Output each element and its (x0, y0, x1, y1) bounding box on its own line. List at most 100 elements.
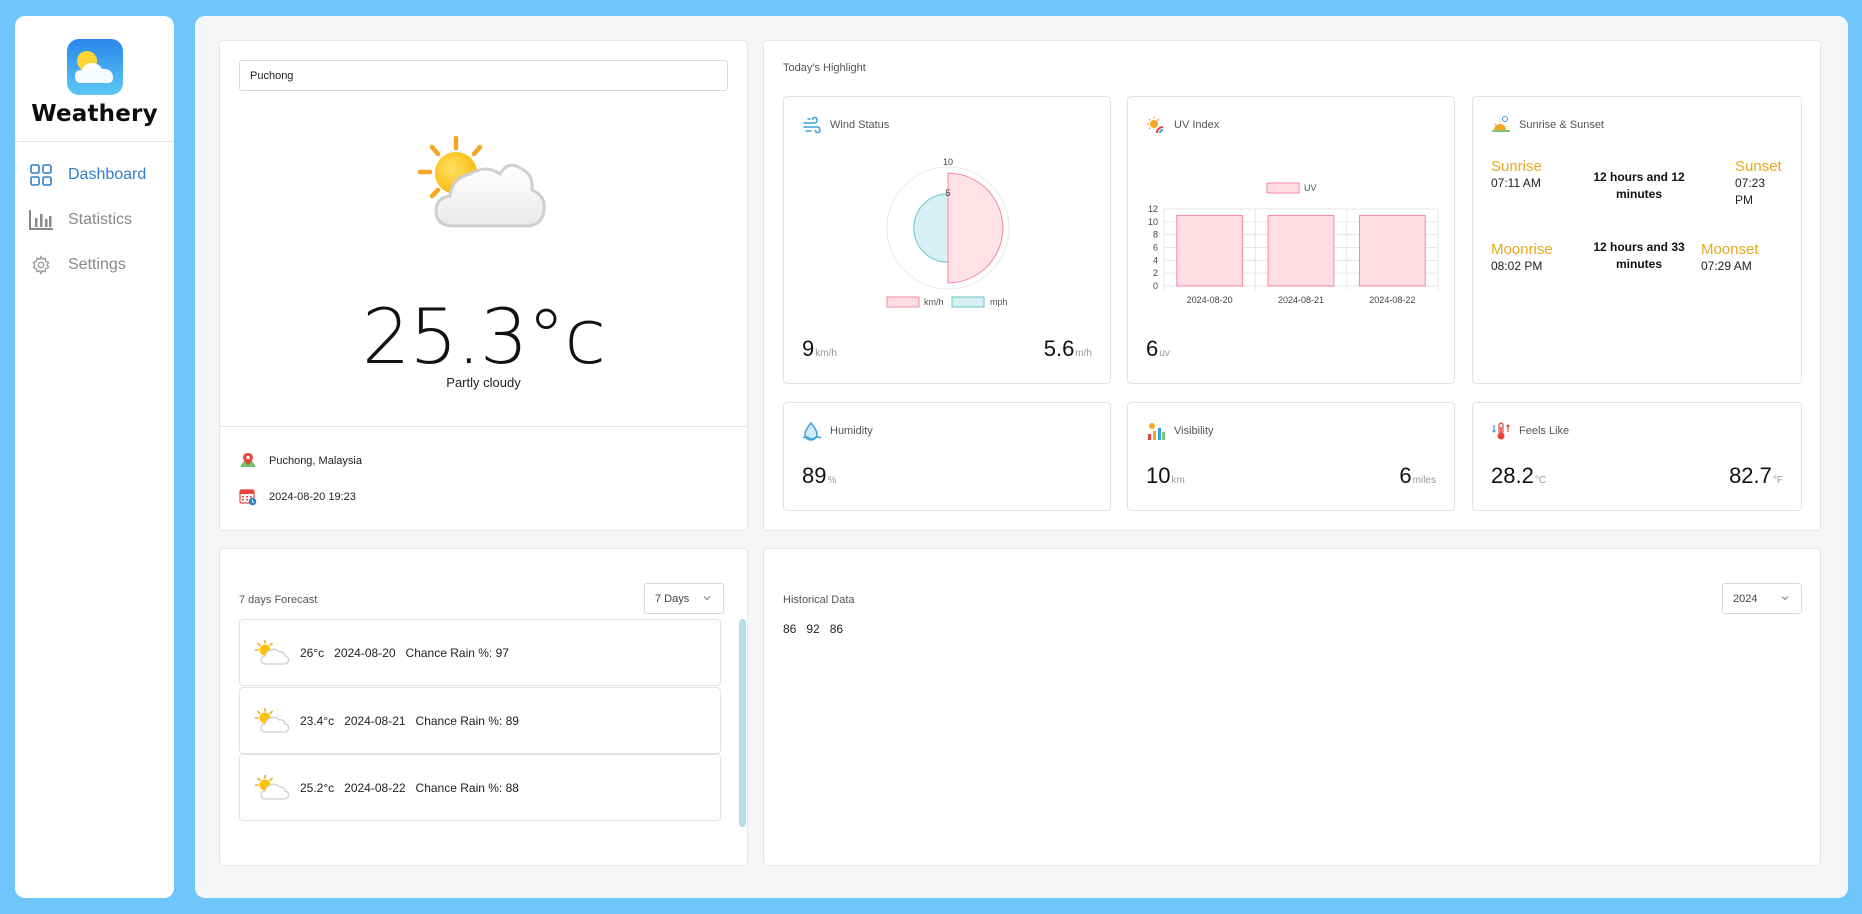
legend-mph-swatch (951, 296, 985, 308)
forecast-item[interactable]: 25.2°c 2024-08-22 Chance Rain %: 88 (239, 754, 721, 821)
forecast-date: 2024-08-20 (334, 645, 396, 660)
uv-y-tick-label: 10 (1148, 217, 1158, 227)
wind-mph-value: 5.6m/h (1043, 336, 1092, 361)
moonrise-label: Moonrise (1491, 241, 1553, 258)
forecast-range-value: 7 Days (655, 592, 690, 605)
uv-x-tick-label: 2024-08-22 (1369, 295, 1415, 305)
feels-like-fahrenheit: 82.7°F (1729, 463, 1783, 488)
uv-bar (1176, 214, 1244, 287)
uv-y-tick-label: 6 (1153, 243, 1158, 253)
legend-mph-label: mph (990, 297, 1008, 307)
sidebar-item-dashboard[interactable]: Dashboard (15, 152, 174, 197)
chevron-down-icon (1780, 593, 1790, 603)
legend-kmh-label: km/h (924, 297, 944, 307)
sidebar-item-label: Dashboard (68, 165, 147, 183)
wind-status-header: Wind Status (802, 115, 889, 135)
uv-y-tick-label: 8 (1153, 230, 1158, 240)
forecast-date: 2024-08-22 (344, 780, 406, 795)
app-logo-icon (66, 39, 123, 95)
humidity-icon (802, 421, 822, 441)
weather-condition: Partly cloudy (446, 375, 521, 390)
moonset-time: 07:29 AM (1701, 259, 1752, 273)
search-input[interactable] (239, 60, 728, 91)
sunrise-sunset-card: Sunrise & Sunset Sunrise 07:11 AM 12 hou… (1472, 96, 1802, 384)
sidebar-item-label: Settings (68, 255, 126, 273)
visibility-km-value: 10km (1146, 463, 1185, 488)
uv-index-title: UV Index (1174, 119, 1220, 131)
visibility-miles-value: 6miles (1399, 463, 1436, 488)
wind-tick-mid: 5 (945, 188, 950, 198)
location-text: Puchong, Malaysia (269, 455, 362, 467)
wind-status-card: Wind Status 10 5 km/h mph 9km/h 5.6m/h (783, 96, 1111, 384)
visibility-card: Visibility 10km 6miles (1127, 402, 1455, 511)
forecast-temp: 26°c (300, 645, 325, 660)
moon-duration: 12 hours and 33 minutes (1593, 240, 1685, 271)
forecast-date: 2024-08-21 (344, 713, 406, 728)
historical-data-title: Historical Data (783, 594, 855, 606)
moonrise-block: Moonrise 08:02 PM (1491, 241, 1591, 275)
app-name: Weathery (31, 101, 158, 127)
feels-like-celsius: 28.2°C (1491, 463, 1547, 488)
partly-cloudy-icon (412, 134, 550, 234)
humidity-header: Humidity (802, 421, 873, 441)
bar-chart-icon (28, 207, 54, 233)
humidity-value: 89% (802, 463, 837, 488)
partly-cloudy-icon (254, 707, 290, 735)
datetime-row: 2024-08-20 19:23 (239, 488, 356, 506)
uv-x-tick-label: 2024-08-21 (1278, 295, 1324, 305)
feels-like-header: Feels Like (1491, 421, 1569, 441)
wind-icon (802, 115, 822, 135)
wind-mph-segment (913, 193, 949, 263)
forecast-item[interactable]: 23.4°c 2024-08-21 Chance Rain %: 89 (239, 687, 721, 754)
day-duration: 12 hours and 12 minutes (1593, 170, 1685, 201)
wind-polar-chart: 10 5 km/h mph (886, 157, 1010, 308)
main-panel: 25.3°c Partly cloudy Puchong, Malaysia (195, 16, 1848, 898)
sidebar-item-statistics[interactable]: Statistics (15, 197, 174, 242)
legend-kmh-swatch (886, 296, 920, 308)
wind-status-title: Wind Status (830, 119, 890, 131)
chevron-down-icon (702, 593, 712, 603)
partly-cloudy-icon (254, 774, 290, 802)
location-row: Puchong, Malaysia (239, 452, 362, 470)
sunrise-block: Sunrise 07:11 AM (1491, 158, 1551, 192)
historical-values: 86 92 86 (783, 622, 843, 636)
thermometer-icon (1491, 421, 1511, 441)
forecast-temp: 23.4°c (300, 713, 335, 728)
sunset-time: 07:23 PM (1735, 176, 1766, 207)
uv-x-labels: 2024-08-20 2024-08-21 2024-08-22 (1187, 295, 1416, 305)
year-select[interactable]: 2024 (1722, 583, 1802, 614)
uv-legend-label: UV (1304, 183, 1317, 193)
historical-data-card: Historical Data 2024 86 92 86 (763, 548, 1821, 866)
humidity-title: Humidity (830, 425, 873, 437)
wind-kmh-value: 9km/h (802, 336, 837, 361)
calendar-icon (239, 488, 257, 506)
forecast-rain: Chance Rain %: 89 (415, 713, 519, 728)
sunrise-time: 07:11 AM (1491, 176, 1541, 190)
humidity-card: Humidity 89% (783, 402, 1111, 511)
sunset-block: Sunset 07:23 PM (1735, 158, 1783, 209)
grid-icon (28, 162, 54, 188)
historical-value: 86 (783, 622, 797, 636)
forecast-range-select[interactable]: 7 Days (644, 583, 724, 614)
forecast-rain: Chance Rain %: 88 (415, 780, 519, 795)
forecast-item[interactable]: 26°c 2024-08-20 Chance Rain %: 97 (239, 619, 721, 686)
sunrise-icon (1491, 115, 1511, 135)
moonset-block: Moonset 07:29 AM (1701, 241, 1783, 275)
feels-like-title: Feels Like (1519, 425, 1570, 437)
visibility-title: Visibility (1174, 425, 1214, 437)
uv-bar (1267, 214, 1335, 287)
uv-x-tick-label: 2024-08-20 (1187, 295, 1233, 305)
forecast-scrollbar[interactable] (739, 619, 746, 827)
sidebar-divider (15, 141, 174, 142)
visibility-icon (1146, 421, 1166, 441)
forecast-rain: Chance Rain %: 97 (405, 645, 509, 660)
highlight-title: Today's Highlight (783, 62, 866, 74)
sunset-label: Sunset (1735, 158, 1782, 175)
sidebar: Weathery Dashboard Statistics Settings (15, 16, 174, 898)
current-temperature: 25.3°c (361, 292, 606, 381)
historical-value: 92 (806, 622, 820, 636)
moonrise-time: 08:02 PM (1491, 259, 1543, 273)
sidebar-item-settings[interactable]: Settings (15, 242, 174, 287)
sunrise-label: Sunrise (1491, 158, 1542, 175)
uv-y-tick-label: 4 (1153, 255, 1158, 265)
